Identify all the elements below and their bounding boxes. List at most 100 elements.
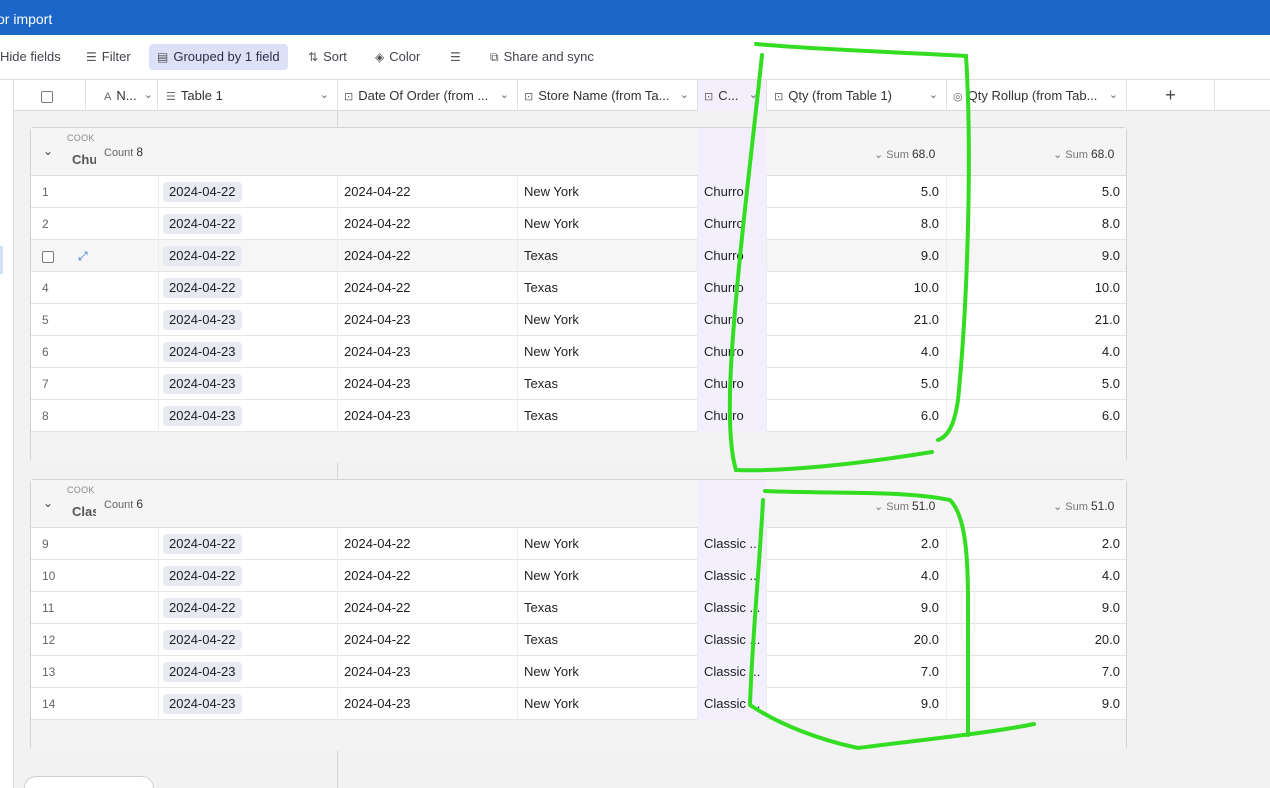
group-footer[interactable] bbox=[31, 432, 1126, 463]
cookie-cell[interactable]: Churro bbox=[698, 176, 767, 208]
store-cell[interactable]: Texas bbox=[518, 368, 698, 400]
store-cell[interactable]: Texas bbox=[518, 624, 698, 656]
table1-link-cell[interactable]: 2024-04-22 bbox=[159, 624, 338, 656]
row-height-button[interactable]: ☰ bbox=[444, 44, 472, 70]
chevron-down-icon[interactable]: ⌄ bbox=[144, 80, 153, 111]
hide-fields-button[interactable]: Hide fields bbox=[0, 44, 67, 70]
qty-cell[interactable]: 10.0 bbox=[767, 272, 947, 304]
linked-record-chip[interactable]: 2024-04-23 bbox=[163, 342, 242, 362]
qty-cell[interactable]: 9.0 bbox=[767, 688, 947, 720]
add-field-button[interactable]: + bbox=[1127, 80, 1215, 111]
store-cell[interactable]: Texas bbox=[518, 240, 698, 272]
column-header-name[interactable]: A N... ⌄ bbox=[86, 80, 158, 111]
rollup-cell[interactable]: 5.0 bbox=[947, 368, 1127, 400]
table-row[interactable]: 6 2024-04-23 2024-04-23 New York Churro 4.0 4.… bbox=[31, 336, 1126, 368]
linked-record-chip[interactable]: 2024-04-22 bbox=[163, 246, 242, 266]
rollup-cell[interactable]: 9.0 bbox=[947, 592, 1127, 624]
table1-link-cell[interactable]: 2024-04-22 bbox=[159, 240, 338, 272]
color-button[interactable]: ◈ Color bbox=[369, 44, 426, 70]
qty-cell[interactable]: 4.0 bbox=[767, 560, 947, 592]
store-cell[interactable]: Texas bbox=[518, 592, 698, 624]
table-row[interactable]: 13 2024-04-23 2024-04-23 New York Classic ..… bbox=[31, 656, 1126, 688]
cookie-cell[interactable]: Churro bbox=[698, 208, 767, 240]
column-header-date[interactable]: ⊡ Date Of Order (from ... ⌄ bbox=[338, 80, 518, 111]
table-row[interactable]: 7 2024-04-23 2024-04-23 Texas Churro 5.0 5.0 bbox=[31, 368, 1126, 400]
date-cell[interactable]: 2024-04-22 bbox=[338, 592, 518, 624]
qty-cell[interactable]: 21.0 bbox=[767, 304, 947, 336]
date-cell[interactable]: 2024-04-22 bbox=[338, 208, 518, 240]
date-cell[interactable]: 2024-04-23 bbox=[338, 304, 518, 336]
table1-link-cell[interactable]: 2024-04-22 bbox=[159, 272, 338, 304]
cookie-cell[interactable]: Churro bbox=[698, 400, 767, 432]
chevron-down-icon[interactable]: ⌄ bbox=[320, 80, 329, 111]
cookie-cell[interactable]: Classic ... bbox=[698, 656, 767, 688]
rollup-cell[interactable]: 5.0 bbox=[947, 176, 1127, 208]
table-row[interactable]: 1 2024-04-22 2024-04-22 New York Churro 5.0 5.… bbox=[31, 176, 1126, 208]
row-number-cell[interactable]: 14 bbox=[31, 688, 159, 720]
qty-cell[interactable]: 8.0 bbox=[767, 208, 947, 240]
table1-link-cell[interactable]: 2024-04-23 bbox=[159, 656, 338, 688]
date-cell[interactable]: 2024-04-23 bbox=[338, 688, 518, 720]
cookie-cell[interactable]: Churro bbox=[698, 336, 767, 368]
cookie-cell[interactable]: Classic ... bbox=[698, 688, 767, 720]
date-cell[interactable]: 2024-04-23 bbox=[338, 400, 518, 432]
store-cell[interactable]: New York bbox=[518, 176, 698, 208]
rollup-cell[interactable]: 4.0 bbox=[947, 336, 1127, 368]
date-cell[interactable]: 2024-04-22 bbox=[338, 240, 518, 272]
store-cell[interactable]: New York bbox=[518, 304, 698, 336]
rollup-cell[interactable]: 2.0 bbox=[947, 528, 1127, 560]
qty-sum-summary[interactable]: ⌄ Sum 68.0 bbox=[874, 147, 935, 161]
row-number-cell[interactable]: 6 bbox=[31, 336, 159, 368]
date-cell[interactable]: 2024-04-22 bbox=[338, 176, 518, 208]
filter-button[interactable]: ☰ Filter bbox=[80, 44, 137, 70]
date-cell[interactable]: 2024-04-23 bbox=[338, 368, 518, 400]
date-cell[interactable]: 2024-04-22 bbox=[338, 272, 518, 304]
linked-record-chip[interactable]: 2024-04-23 bbox=[163, 374, 242, 394]
table1-link-cell[interactable]: 2024-04-23 bbox=[159, 304, 338, 336]
row-number-cell[interactable]: 13 bbox=[31, 656, 159, 688]
date-cell[interactable]: 2024-04-22 bbox=[338, 528, 518, 560]
rollup-cell[interactable]: 4.0 bbox=[947, 560, 1127, 592]
linked-record-chip[interactable]: 2024-04-22 bbox=[163, 182, 242, 202]
table-row[interactable]: 12 2024-04-22 2024-04-22 Texas Classic ... 20… bbox=[31, 624, 1126, 656]
store-cell[interactable]: New York bbox=[518, 560, 698, 592]
row-number-cell[interactable]: 5 bbox=[31, 304, 159, 336]
row-number-cell[interactable]: 4 bbox=[31, 272, 159, 304]
chevron-down-icon[interactable]: ⌄ bbox=[680, 80, 689, 111]
qty-cell[interactable]: 5.0 bbox=[767, 368, 947, 400]
linked-record-chip[interactable]: 2024-04-22 bbox=[163, 630, 242, 650]
row-number-cell[interactable]: 7 bbox=[31, 368, 159, 400]
table-row[interactable]: 8 2024-04-23 2024-04-23 Texas Churro 6.0 6.0 bbox=[31, 400, 1126, 432]
chevron-down-icon[interactable]: ⌄ bbox=[43, 144, 53, 158]
rollup-cell[interactable]: 20.0 bbox=[947, 624, 1127, 656]
linked-record-chip[interactable]: 2024-04-23 bbox=[163, 406, 242, 426]
qty-cell[interactable]: 6.0 bbox=[767, 400, 947, 432]
row-number-cell[interactable]: 2 bbox=[31, 208, 159, 240]
rollup-cell[interactable]: 21.0 bbox=[947, 304, 1127, 336]
table-row[interactable]: 10 2024-04-22 2024-04-22 New York Classic ..… bbox=[31, 560, 1126, 592]
qty-cell[interactable]: 7.0 bbox=[767, 656, 947, 688]
table-row[interactable]: 9 2024-04-22 2024-04-22 New York Classic ...… bbox=[31, 528, 1126, 560]
date-cell[interactable]: 2024-04-22 bbox=[338, 560, 518, 592]
cookie-cell[interactable]: Churro bbox=[698, 240, 767, 272]
table1-link-cell[interactable]: 2024-04-23 bbox=[159, 368, 338, 400]
row-number-cell[interactable]: ⤢ bbox=[31, 240, 159, 272]
table1-link-cell[interactable]: 2024-04-23 bbox=[159, 688, 338, 720]
linked-record-chip[interactable]: 2024-04-22 bbox=[163, 598, 242, 618]
store-cell[interactable]: New York bbox=[518, 336, 698, 368]
cookie-cell[interactable]: Classic ... bbox=[698, 624, 767, 656]
qty-cell[interactable]: 4.0 bbox=[767, 336, 947, 368]
rollup-sum-summary[interactable]: ⌄ Sum 51.0 bbox=[1053, 499, 1114, 513]
cookie-cell[interactable]: Churro bbox=[698, 368, 767, 400]
row-number-cell[interactable]: 1 bbox=[31, 176, 159, 208]
date-cell[interactable]: 2024-04-23 bbox=[338, 656, 518, 688]
cookie-cell[interactable]: Classic ... bbox=[698, 560, 767, 592]
qty-cell[interactable]: 9.0 bbox=[767, 592, 947, 624]
date-cell[interactable]: 2024-04-23 bbox=[338, 336, 518, 368]
select-all-checkbox[interactable] bbox=[41, 90, 53, 103]
top-bar-title[interactable]: or import bbox=[0, 0, 52, 38]
store-cell[interactable]: Texas bbox=[518, 400, 698, 432]
table1-link-cell[interactable]: 2024-04-23 bbox=[159, 400, 338, 432]
cookie-cell[interactable]: Classic ... bbox=[698, 528, 767, 560]
qty-cell[interactable]: 20.0 bbox=[767, 624, 947, 656]
